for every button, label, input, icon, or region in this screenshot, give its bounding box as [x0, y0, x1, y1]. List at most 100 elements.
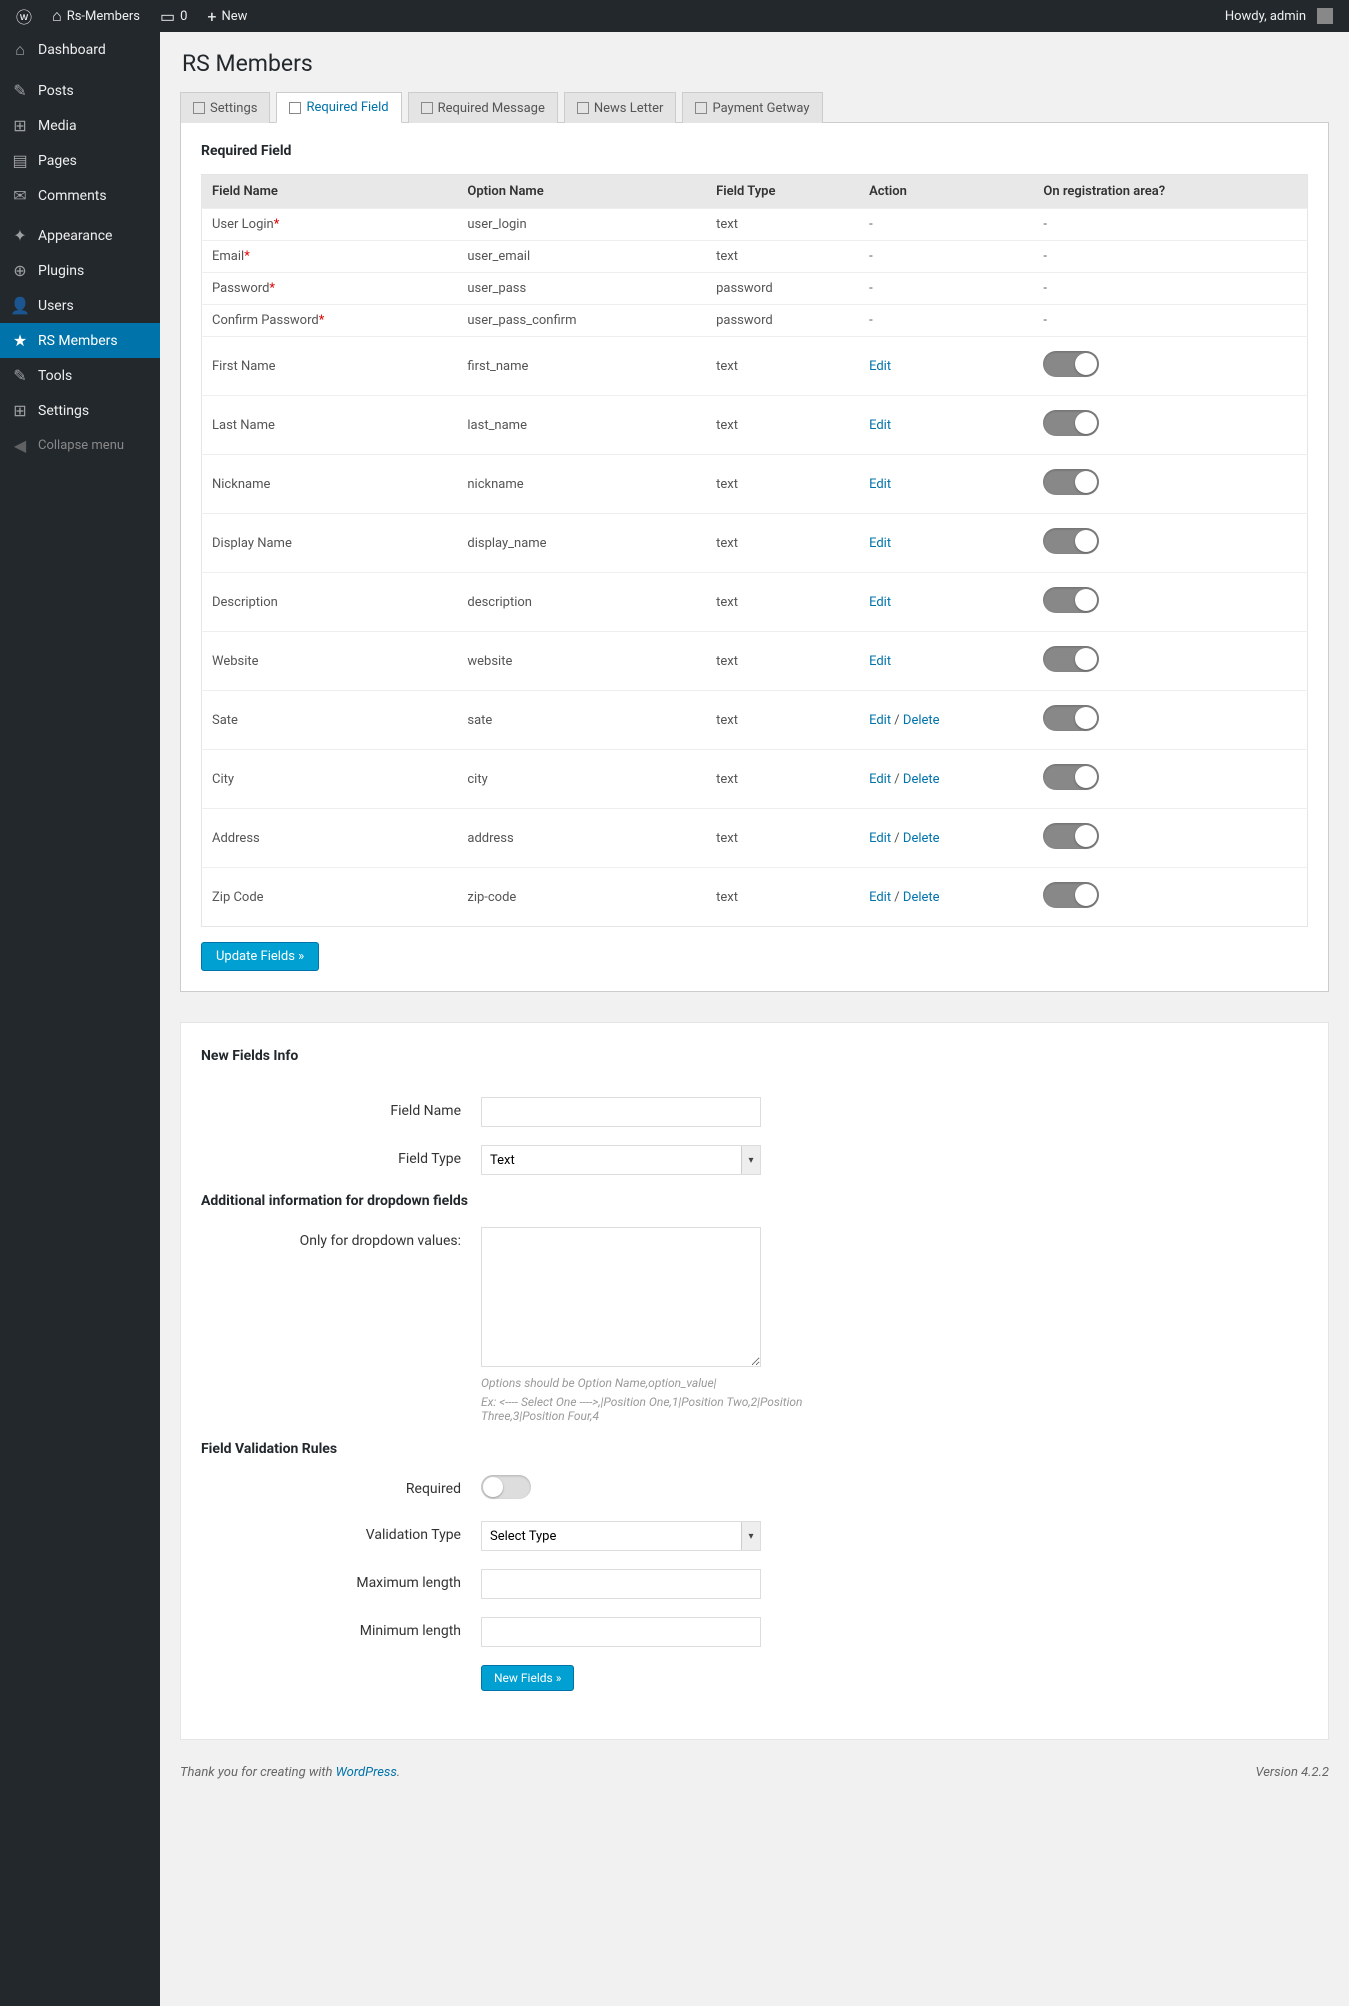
action-edit[interactable]: Edit: [869, 831, 891, 846]
pages-icon: ▤: [10, 151, 30, 170]
sidebar-item-media[interactable]: ⊞Media: [0, 108, 160, 143]
cell-option-name: address: [457, 809, 706, 868]
sidebar-item-users[interactable]: 👤Users: [0, 288, 160, 323]
action-edit[interactable]: Edit: [869, 477, 891, 492]
registration-toggle[interactable]: [1043, 764, 1099, 790]
min-length-input[interactable]: [481, 1617, 761, 1647]
field-type-label: Field Type: [201, 1145, 481, 1167]
new-link[interactable]: +New: [199, 0, 255, 32]
sidebar-item-dashboard[interactable]: ⌂Dashboard: [0, 32, 160, 68]
tab-news-letter[interactable]: News Letter: [564, 92, 677, 123]
sidebar-item-plugins[interactable]: ⊕Plugins: [0, 253, 160, 288]
additional-info-heading: Additional information for dropdown fiel…: [201, 1193, 1308, 1209]
new-fields-heading: New Fields Info: [201, 1048, 1308, 1064]
cell-option-name: last_name: [457, 396, 706, 455]
howdy-link[interactable]: Howdy, admin: [1217, 0, 1341, 32]
tab-icon: [193, 102, 205, 114]
sidebar-item-appearance[interactable]: ✦Appearance: [0, 218, 160, 253]
wp-logo-link[interactable]: ⓦ: [8, 0, 40, 32]
registration-toggle[interactable]: [1043, 705, 1099, 731]
sidebar-item-label: Posts: [38, 83, 74, 99]
max-length-input[interactable]: [481, 1569, 761, 1599]
comments-icon: ✉: [10, 186, 30, 205]
action-edit[interactable]: Edit: [869, 890, 891, 905]
cell-field-name: Display Name: [202, 514, 458, 573]
cell-option-name: user_login: [457, 209, 706, 241]
wordpress-link[interactable]: WordPress: [336, 1765, 397, 1780]
update-fields-button[interactable]: Update Fields »: [201, 942, 319, 971]
required-label: Required: [201, 1475, 481, 1497]
comments-link[interactable]: ▭0: [152, 0, 195, 32]
action-delete[interactable]: Delete: [903, 831, 940, 846]
dropdown-values-textarea[interactable]: [481, 1227, 761, 1367]
collapse-menu[interactable]: ◀Collapse menu: [0, 428, 160, 463]
action-edit[interactable]: Edit: [869, 713, 891, 728]
sidebar-item-label: Pages: [38, 153, 77, 169]
action-edit[interactable]: Edit: [869, 595, 891, 610]
cell-field-type: text: [706, 691, 859, 750]
tab-icon: [695, 102, 707, 114]
sidebar-item-label: Media: [38, 118, 77, 134]
required-toggle[interactable]: [481, 1475, 531, 1499]
sidebar-item-comments[interactable]: ✉Comments: [0, 178, 160, 213]
registration-toggle[interactable]: [1043, 823, 1099, 849]
sidebar-item-posts[interactable]: ✎Posts: [0, 73, 160, 108]
table-row: AddressaddresstextEdit / Delete: [202, 809, 1308, 868]
cell-field-type: text: [706, 396, 859, 455]
cell-field-type: text: [706, 750, 859, 809]
comments-count: 0: [180, 9, 187, 24]
max-length-label: Maximum length: [201, 1569, 481, 1591]
field-type-select[interactable]: Text: [481, 1145, 761, 1175]
cell-option-name: user_pass: [457, 273, 706, 305]
action-edit[interactable]: Edit: [869, 654, 891, 669]
settings-icon: ⊞: [10, 401, 30, 420]
action-edit[interactable]: Edit: [869, 418, 891, 433]
action-edit[interactable]: Edit: [869, 359, 891, 374]
cell-option-name: first_name: [457, 337, 706, 396]
collapse-label: Collapse menu: [38, 438, 124, 453]
registration-toggle[interactable]: [1043, 528, 1099, 554]
registration-toggle[interactable]: [1043, 587, 1099, 613]
action-delete[interactable]: Delete: [903, 890, 940, 905]
tab-payment-getway[interactable]: Payment Getway: [682, 92, 822, 123]
new-label: New: [221, 9, 247, 24]
tab-required-message[interactable]: Required Message: [408, 92, 558, 123]
registration-toggle[interactable]: [1043, 469, 1099, 495]
cell-option-name: city: [457, 750, 706, 809]
cell-registration: [1033, 632, 1307, 691]
sidebar-item-pages[interactable]: ▤ Pages: [0, 143, 160, 178]
action-delete[interactable]: Delete: [903, 713, 940, 728]
site-name-link[interactable]: ⌂Rs-Members: [44, 0, 148, 32]
cell-field-type: text: [706, 209, 859, 241]
action-edit[interactable]: Edit: [869, 772, 891, 787]
sidebar-item-settings[interactable]: ⊞Settings: [0, 393, 160, 428]
tab-label: Payment Getway: [712, 101, 809, 116]
validation-type-select[interactable]: Select Type: [481, 1521, 761, 1551]
tab-settings[interactable]: Settings: [180, 92, 270, 123]
tab-required-field[interactable]: Required Field: [276, 92, 401, 123]
action-delete[interactable]: Delete: [903, 772, 940, 787]
cell-field-type: text: [706, 868, 859, 927]
sidebar-item-tools[interactable]: ✎Tools: [0, 358, 160, 393]
sidebar-item-rs-members[interactable]: ★RS Members: [0, 323, 160, 358]
panel-heading: Required Field: [201, 143, 1308, 159]
cell-field-name: Nickname: [202, 455, 458, 514]
avatar: [1317, 8, 1333, 24]
registration-toggle[interactable]: [1043, 351, 1099, 377]
home-icon: ⌂: [52, 6, 62, 26]
field-name-input[interactable]: [481, 1097, 761, 1127]
cell-field-type: text: [706, 241, 859, 273]
action-edit[interactable]: Edit: [869, 536, 891, 551]
cell-registration: [1033, 455, 1307, 514]
cell-action: Edit / Delete: [859, 868, 1033, 927]
new-fields-button[interactable]: New Fields »: [481, 1665, 574, 1691]
wordpress-icon: ⓦ: [16, 4, 32, 28]
column-header: Field Type: [706, 175, 859, 209]
registration-toggle[interactable]: [1043, 646, 1099, 672]
cell-option-name: website: [457, 632, 706, 691]
cell-field-type: text: [706, 455, 859, 514]
registration-toggle[interactable]: [1043, 410, 1099, 436]
registration-toggle[interactable]: [1043, 882, 1099, 908]
tabs: SettingsRequired FieldRequired MessageNe…: [180, 92, 1329, 123]
new-fields-panel: New Fields Info Field Name Field Type Te…: [180, 1022, 1329, 1740]
